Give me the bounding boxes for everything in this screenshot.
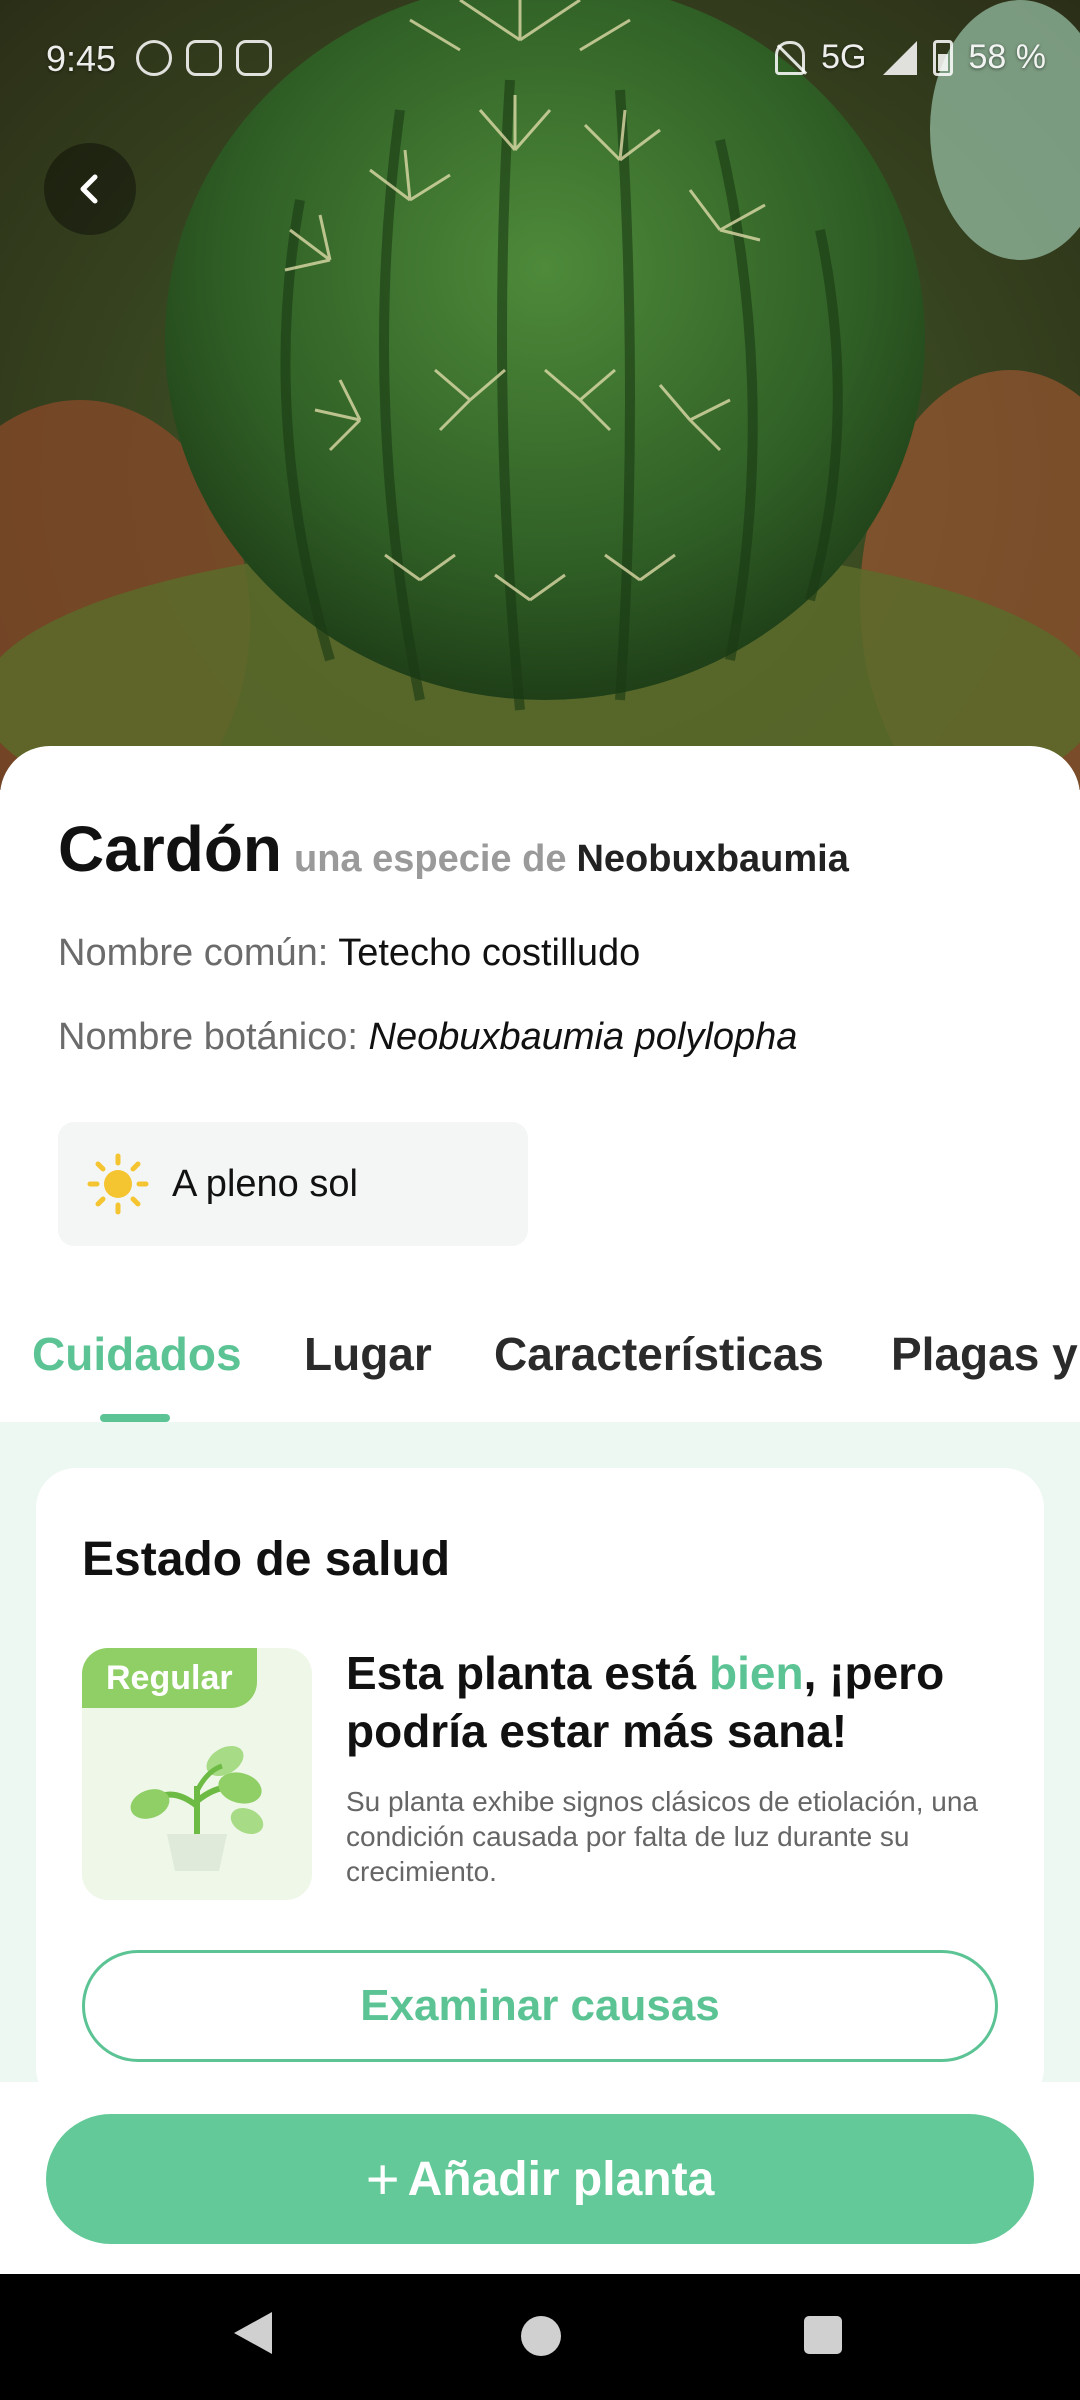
whatsapp-icon	[136, 40, 172, 76]
battery-icon	[932, 39, 953, 76]
health-status-badge: Regular	[82, 1648, 257, 1708]
common-name-label: Nombre común:	[58, 932, 329, 974]
headline-start: Esta planta está	[346, 1647, 710, 1699]
health-headline: Esta planta está bien, ¡pero podría esta…	[346, 1644, 996, 1760]
plant-name: Cardón	[58, 813, 282, 885]
sim-icon	[186, 40, 222, 76]
nav-recents-icon[interactable]	[804, 2316, 842, 2354]
plus-icon: +	[365, 2146, 400, 2212]
instagram-icon	[236, 40, 272, 76]
tab-plagas[interactable]: Plagas y	[891, 1286, 1078, 1422]
light-requirement-chip[interactable]: A pleno sol	[58, 1122, 528, 1246]
detail-tabs: Cuidados Lugar Características Plagas y	[0, 1286, 1080, 1422]
plant-detail-sheet: Cardón una especie de Neobuxbaumia Nombr…	[0, 746, 1080, 2082]
add-plant-bar: + Añadir planta	[0, 2082, 1080, 2274]
plant-title-row: Cardón una especie de Neobuxbaumia	[58, 812, 849, 886]
active-tab-indicator	[100, 1414, 170, 1422]
tab-cuidados[interactable]: Cuidados	[32, 1286, 242, 1422]
status-bar: 9:45 5G 58 %	[0, 0, 1080, 120]
health-description: Su planta exhibe signos clásicos de etio…	[346, 1786, 978, 1887]
botanical-name-label: Nombre botánico:	[58, 1016, 358, 1058]
health-status-card: Estado de salud Regular Esta planta está…	[36, 1468, 1044, 2082]
signal-icon	[882, 40, 917, 75]
botanical-name-value: Neobuxbaumia polylopha	[368, 1016, 798, 1058]
species-prefix: una especie de	[294, 838, 567, 880]
network-type: 5G	[821, 38, 867, 76]
battery-percent: 58 %	[968, 38, 1047, 76]
sun-icon	[87, 1153, 149, 1215]
back-button[interactable]	[44, 143, 136, 235]
health-card-title: Estado de salud	[82, 1533, 451, 1586]
system-nav-bar	[0, 2274, 1080, 2400]
add-plant-button[interactable]: + Añadir planta	[46, 2114, 1034, 2244]
notification-icons	[136, 40, 272, 76]
mute-icon	[775, 40, 806, 75]
tab-lugar[interactable]: Lugar	[304, 1286, 432, 1422]
system-status: 5G 58 %	[775, 38, 1046, 77]
tab-caracteristicas[interactable]: Características	[494, 1286, 824, 1422]
light-requirement-label: A pleno sol	[172, 1162, 358, 1205]
common-name-row: Nombre común: Tetecho costilludo	[58, 932, 640, 975]
botanical-name-row: Nombre botánico: Neobuxbaumia polylopha	[58, 1016, 797, 1059]
status-time: 9:45	[46, 38, 117, 79]
potted-plant-icon	[130, 1745, 264, 1871]
chevron-left-icon	[80, 174, 98, 204]
common-name-value: Tetecho costilludo	[338, 932, 641, 974]
health-illustration: Regular	[82, 1648, 312, 1900]
genus-name: Neobuxbaumia	[576, 838, 849, 880]
nav-back-icon[interactable]	[234, 2312, 272, 2354]
nav-home-icon[interactable]	[521, 2316, 561, 2356]
add-plant-label: Añadir planta	[407, 2152, 715, 2206]
examine-causes-button[interactable]: Examinar causas	[82, 1950, 998, 2062]
headline-highlight: bien	[709, 1647, 804, 1699]
